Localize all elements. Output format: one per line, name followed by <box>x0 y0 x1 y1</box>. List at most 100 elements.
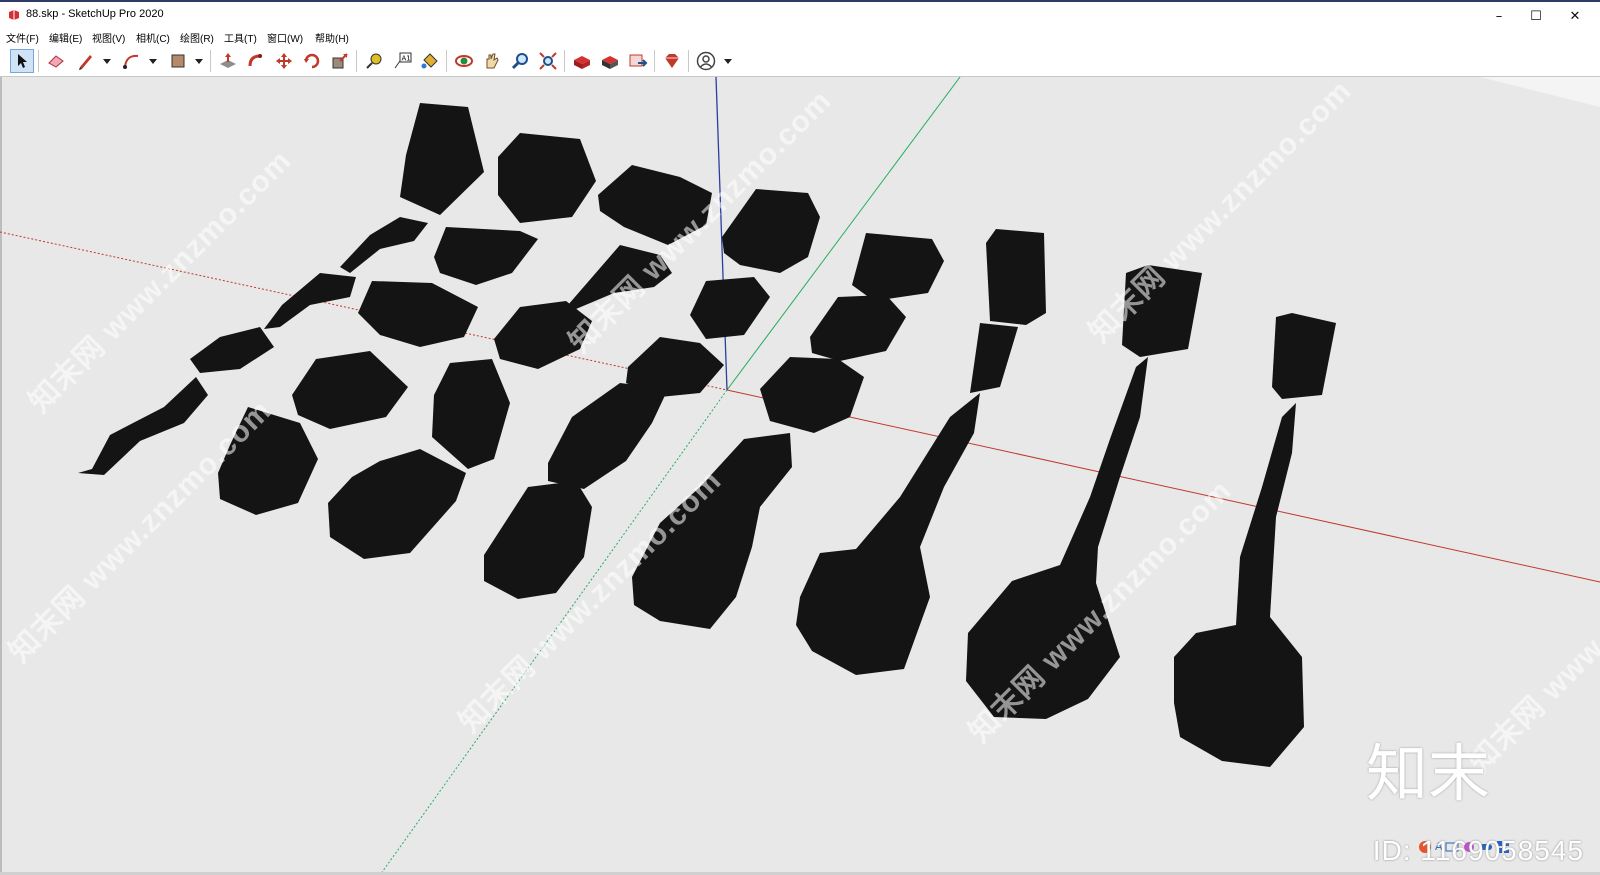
ruby-console-icon <box>665 54 679 68</box>
close-button[interactable]: ✕ <box>1552 2 1598 30</box>
follow-me-icon <box>248 54 262 67</box>
scale-tool-button[interactable] <box>328 49 352 73</box>
pencil-tool-button[interactable] <box>74 49 98 73</box>
tape-measure-icon <box>366 53 382 69</box>
model-part <box>328 449 466 559</box>
maximize-icon: ☐ <box>1530 8 1542 24</box>
pencil-dropdown-arrow[interactable] <box>103 59 111 64</box>
pan-icon <box>486 53 499 69</box>
move-tool-button[interactable] <box>272 49 296 73</box>
orbit-tool-button[interactable] <box>452 49 476 73</box>
model-part <box>1174 403 1304 767</box>
model-part <box>852 233 944 301</box>
extension-warehouse-button[interactable] <box>598 49 622 73</box>
model-part <box>690 277 770 339</box>
model-part <box>598 165 712 245</box>
pan-tool-button[interactable] <box>480 49 504 73</box>
scene-canvas <box>0 77 1600 875</box>
orbit-icon <box>455 55 473 67</box>
menu-tools[interactable]: 工具(T) <box>224 30 257 45</box>
menu-edit[interactable]: 编辑(E) <box>49 30 82 45</box>
menu-window[interactable]: 窗口(W) <box>267 30 303 45</box>
scale-icon <box>332 53 348 69</box>
extension-warehouse-icon <box>602 56 618 69</box>
warehouse-icon <box>574 56 590 69</box>
brand-id-text: ID: 1169058545 <box>1372 835 1584 866</box>
model-part <box>548 383 668 489</box>
model-part <box>484 481 592 599</box>
ruby-console-button[interactable] <box>660 49 684 73</box>
model-part <box>292 351 408 429</box>
model-part <box>264 273 356 329</box>
menu-file[interactable]: 文件(F) <box>6 30 39 45</box>
zoom-extents-icon <box>539 52 557 70</box>
pencil-icon <box>79 55 92 70</box>
follow-me-tool-button[interactable] <box>244 49 268 73</box>
rectangle-tool-button[interactable] <box>166 49 190 73</box>
toolbar-separator <box>210 50 211 72</box>
send-to-layout-button[interactable] <box>626 49 650 73</box>
model-part <box>400 103 484 215</box>
zoom-icon <box>511 53 528 70</box>
toolbar-separator <box>446 50 447 72</box>
account-button[interactable] <box>694 49 718 73</box>
warehouse-button[interactable] <box>570 49 594 73</box>
menu-bar: 文件(F) 编辑(E) 视图(V) 相机(C) 绘图(R) 工具(T) 窗口(W… <box>0 28 1600 46</box>
paint-bucket-icon <box>421 53 438 69</box>
menu-view[interactable]: 视图(V) <box>92 30 125 45</box>
model-part <box>190 327 274 373</box>
shape-dropdown-arrow[interactable] <box>195 59 203 64</box>
model-parts <box>78 103 1336 767</box>
model-part <box>568 245 672 309</box>
main-toolbar: A1 <box>0 46 1600 77</box>
model-part <box>632 433 792 629</box>
model-part <box>340 217 428 273</box>
select-tool-button[interactable] <box>10 49 34 73</box>
rotate-tool-button[interactable] <box>300 49 324 73</box>
paint-bucket-tool-button[interactable] <box>418 49 442 73</box>
account-icon <box>696 51 716 71</box>
model-part <box>358 281 478 347</box>
text-icon: A1 <box>394 52 412 69</box>
eraser-tool-button[interactable] <box>44 49 68 73</box>
model-part <box>434 227 538 285</box>
svg-text:A1: A1 <box>402 55 411 63</box>
rectangle-icon <box>171 54 185 68</box>
toolbar-separator <box>356 50 357 72</box>
tape-measure-tool-button[interactable] <box>362 49 386 73</box>
eraser-icon <box>48 55 64 68</box>
model-part <box>78 377 208 475</box>
minimize-icon: – <box>1495 8 1503 24</box>
zoom-tool-button[interactable] <box>508 49 532 73</box>
arc-tool-button[interactable] <box>120 49 144 73</box>
model-part <box>986 229 1046 325</box>
toolbar-separator <box>688 50 689 72</box>
menu-help[interactable]: 帮助(H) <box>315 30 349 45</box>
model-part <box>498 133 596 223</box>
window-title: 88.skp - SketchUp Pro 2020 <box>26 8 164 20</box>
toolbar-separator <box>654 50 655 72</box>
close-icon: ✕ <box>1569 8 1581 24</box>
zoom-extents-tool-button[interactable] <box>536 49 560 73</box>
model-part <box>760 357 864 433</box>
modeling-viewport[interactable]: 知末网 www.znzmo.com 知末网 www.znzmo.com 知末网 … <box>0 77 1600 875</box>
model-part <box>218 407 318 515</box>
model-part <box>722 189 820 273</box>
push-pull-icon <box>220 53 236 68</box>
model-part <box>966 357 1148 719</box>
model-part <box>970 323 1018 393</box>
rotate-icon <box>304 53 320 69</box>
toolbar-separator <box>38 50 39 72</box>
title-bar: 88.skp - SketchUp Pro 2020 – ☐ ✕ <box>0 0 1600 28</box>
push-pull-tool-button[interactable] <box>216 49 240 73</box>
move-icon <box>276 53 292 69</box>
model-part <box>1272 313 1336 399</box>
account-dropdown-arrow[interactable] <box>724 59 732 64</box>
arc-icon <box>123 54 139 69</box>
model-part <box>796 393 980 675</box>
menu-camera[interactable]: 相机(C) <box>136 30 170 45</box>
model-part <box>1122 265 1202 357</box>
arc-dropdown-arrow[interactable] <box>149 59 157 64</box>
text-tool-button[interactable]: A1 <box>390 49 414 73</box>
menu-draw[interactable]: 绘图(R) <box>180 30 214 45</box>
